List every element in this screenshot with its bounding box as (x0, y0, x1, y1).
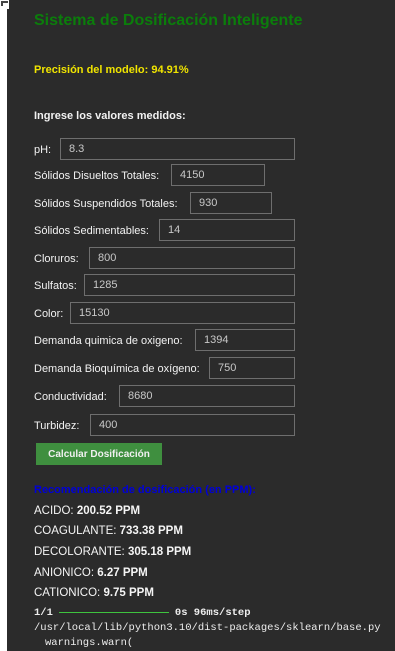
progress-line: 1/1 0s 96ms/step (34, 607, 251, 619)
field-ph: pH: (34, 138, 295, 162)
result-name: ANIONICO: (34, 567, 95, 579)
result-name: CATIONICO: (34, 587, 101, 599)
output-panel: Sistema de Dosificación Inteligente Prec… (7, 0, 395, 651)
ph-input[interactable] (60, 138, 295, 160)
tds-label: Sólidos Disueltos Totales: (34, 170, 160, 182)
tss-input[interactable] (190, 192, 272, 214)
settleable-label: Sólidos Sedimentables: (34, 225, 149, 237)
input-prompt: Ingrese los valores medidos: (34, 110, 186, 122)
field-settleable: Sólidos Sedimentables: (34, 219, 295, 243)
turbidity-input[interactable] (90, 414, 295, 436)
field-tss: Sólidos Suspendidos Totales: (34, 192, 272, 216)
sulfates-label: Sulfatos: (34, 280, 77, 292)
result-acido: ACIDO: 200.52 PPM (34, 505, 140, 517)
tds-input[interactable] (171, 164, 265, 186)
result-name: DECOLORANTE: (34, 546, 125, 558)
field-sulfates: Sulfatos: (34, 274, 295, 298)
conductivity-input[interactable] (119, 385, 295, 407)
turbidity-label: Turbidez: (34, 420, 80, 432)
tss-label: Sólidos Suspendidos Totales: (34, 198, 178, 210)
calculate-button[interactable]: Calcular Dosificación (36, 443, 162, 465)
chlorides-input[interactable] (89, 247, 295, 269)
result-cationico: CATIONICO: 9.75 PPM (34, 587, 154, 599)
bod-label: Demanda Bioquímica de oxígeno: (34, 363, 200, 375)
app-title: Sistema de Dosificación Inteligente (34, 12, 303, 29)
color-input[interactable] (70, 302, 295, 324)
chlorides-label: Cloruros: (34, 253, 79, 265)
field-chlorides: Cloruros: (34, 247, 295, 271)
progress-bar (58, 611, 169, 613)
color-label: Color: (34, 308, 64, 320)
settleable-input[interactable] (159, 219, 295, 241)
result-coagulante: COAGULANTE: 733.38 PPM (34, 525, 183, 537)
warning-call: warnings.warn( (45, 637, 134, 649)
field-bod: Demanda Bioquímica de oxígeno: (34, 357, 295, 381)
warning-path: /usr/local/lib/python3.10/dist-packages/… (34, 622, 381, 634)
result-value: 305.18 PPM (127, 546, 192, 558)
sulfates-input[interactable] (84, 274, 295, 296)
cod-input[interactable] (195, 329, 295, 351)
result-value: 9.75 PPM (103, 587, 154, 599)
result-name: COAGULANTE: (34, 525, 117, 537)
field-tds: Sólidos Disueltos Totales: (34, 164, 265, 188)
progress-time: 0s 96ms/step (174, 607, 251, 619)
cod-label: Demanda quimica de oxigeno: (34, 335, 183, 347)
model-precision: Precisión del modelo: 94.91% (34, 64, 189, 76)
result-value: 200.52 PPM (76, 505, 141, 517)
result-value: 733.38 PPM (119, 525, 183, 537)
field-conductivity: Conductividad: (34, 385, 295, 409)
field-cod: Demanda quimica de oxigeno: (34, 329, 295, 353)
field-turbidity: Turbidez: (34, 414, 295, 438)
corner-bracket-icon (1, 1, 8, 6)
window-corner (0, 0, 9, 9)
result-name: ACIDO: (34, 505, 74, 517)
ph-label: pH: (34, 144, 52, 156)
result-value: 6.27 PPM (97, 567, 148, 579)
recommendation-title: Recomendación de dosificación (en PPM): (34, 484, 256, 496)
field-color: Color: (34, 302, 295, 326)
result-anionico: ANIONICO: 6.27 PPM (34, 567, 148, 579)
bod-input[interactable] (209, 357, 295, 379)
result-decolorante: DECOLORANTE: 305.18 PPM (34, 546, 191, 558)
progress-step: 1/1 (34, 607, 53, 619)
conductivity-label: Conductividad: (34, 391, 107, 403)
